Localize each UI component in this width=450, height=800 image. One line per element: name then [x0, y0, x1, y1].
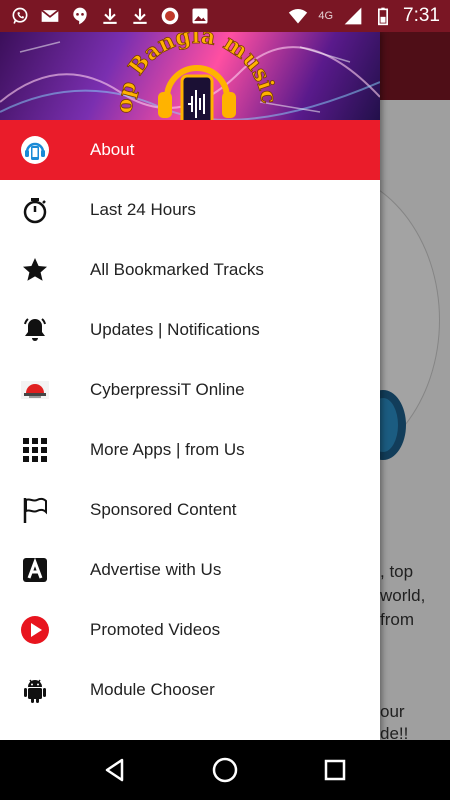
- menu-item-label: About: [90, 140, 135, 159]
- system-nav-bar: [0, 740, 450, 800]
- drawer-header: Top Bangla musical: [0, 32, 380, 120]
- star-icon: [0, 255, 90, 285]
- bell-icon: [0, 315, 90, 345]
- network-type: 4G: [318, 10, 334, 22]
- menu-item-cyberpressit[interactable]: CyberpressiT Online: [0, 360, 380, 420]
- menu-item-more-apps[interactable]: More Apps | from Us: [0, 420, 380, 480]
- menu-item-label: Advertise with Us: [90, 560, 222, 579]
- letter-a-icon: [0, 555, 90, 585]
- gmail-icon: [40, 6, 60, 26]
- drawer-menu: About Last 24 Hours All Bookmarked Track…: [0, 120, 380, 720]
- menu-item-label: Promoted Videos: [90, 620, 221, 639]
- menu-item-updates-notifications[interactable]: Updates | Notifications: [0, 300, 380, 360]
- menu-item-label: Sponsored Content: [90, 500, 237, 519]
- signal-icon: [343, 6, 363, 26]
- play-icon: [0, 615, 90, 645]
- menu-item-label: Module Chooser: [90, 680, 215, 699]
- download-icon: [130, 6, 150, 26]
- navigation-drawer: Top Bangla musical About Last 24 Hours: [0, 32, 380, 740]
- headphone-phone-icon: [0, 135, 90, 165]
- stopwatch-icon: [0, 195, 90, 225]
- menu-item-label: More Apps | from Us: [90, 440, 245, 459]
- menu-item-sponsored-content[interactable]: Sponsored Content: [0, 480, 380, 540]
- clock: 7:31: [403, 5, 440, 26]
- menu-item-about[interactable]: About: [0, 120, 380, 180]
- menu-item-label: Updates | Notifications: [90, 320, 260, 339]
- hangouts-icon: [70, 6, 90, 26]
- menu-item-bookmarked-tracks[interactable]: All Bookmarked Tracks: [0, 240, 380, 300]
- flag-icon: [0, 495, 90, 525]
- app-icon: [160, 6, 180, 26]
- home-icon[interactable]: [205, 750, 245, 790]
- back-icon[interactable]: [95, 750, 135, 790]
- menu-item-module-chooser[interactable]: Module Chooser: [0, 660, 380, 720]
- recents-icon[interactable]: [315, 750, 355, 790]
- status-bar: 4G 7:31: [0, 0, 450, 32]
- menu-item-label: Last 24 Hours: [90, 200, 196, 219]
- menu-item-promoted-videos[interactable]: Promoted Videos: [0, 600, 380, 660]
- app-logo: Top Bangla musical: [112, 32, 282, 120]
- battery-icon: [373, 6, 393, 26]
- menu-item-label: CyberpressiT Online: [90, 380, 245, 399]
- android-icon: [0, 675, 90, 705]
- menu-item-label: All Bookmarked Tracks: [90, 260, 264, 279]
- image-icon: [190, 6, 210, 26]
- grid-icon: [0, 435, 90, 465]
- menu-item-last-24-hours[interactable]: Last 24 Hours: [0, 180, 380, 240]
- whatsapp-icon: [10, 6, 30, 26]
- download-icon: [100, 6, 120, 26]
- cyberpressit-icon: [0, 375, 90, 405]
- menu-item-advertise[interactable]: Advertise with Us: [0, 540, 380, 600]
- wifi-icon: [288, 6, 308, 26]
